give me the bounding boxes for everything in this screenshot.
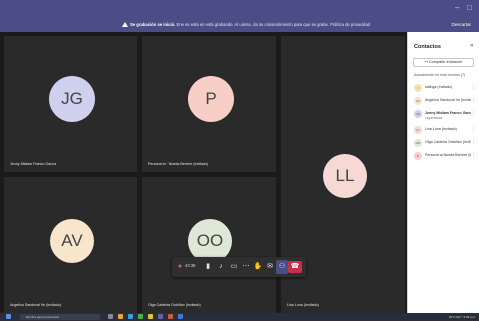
recording-notice: Se grabación se inició. Ene se está en e… [122,21,370,29]
dismiss-button[interactable]: Descartar [451,21,471,29]
recording-icon: ● [177,263,183,270]
people-icon: ⚇ [278,263,286,270]
share-invite-button[interactable]: ↪ Compartir invitación [413,58,474,67]
meeting-controls: ● 43:36 ▮ ♪ ▭ ⋯ ✋ ✉ ⚇ ☎ [172,257,306,277]
participant-name: Angelica Sandoval Ve (Invitado) [425,98,471,102]
avatar-initials: P [205,89,217,108]
avatar-initials: JG [61,89,83,108]
file-explorer-icon[interactable] [118,314,123,319]
windows-start-icon[interactable] [6,314,11,319]
participant-list-item[interactable]: AV Angelica Sandoval Ve (Invitado) ⋮ [414,96,476,108]
hang-up-button[interactable]: ☎ [288,261,302,273]
participant-list-item[interactable]: P Personería Nueda Berrere (In ⋮ [414,151,476,163]
task-view-icon[interactable] [108,314,113,319]
participant-name: Lina Luna (Invitado) [287,303,319,307]
folder-icon[interactable] [148,314,153,319]
participant-name: Olga Caldeira Ordóñez (Invitado) [148,303,201,307]
raise-hand-icon[interactable]: ✋ [253,262,263,272]
avatar-initials: AV [61,231,83,250]
more-icon[interactable]: ⋮ [471,139,476,145]
share-invite-label: Compartir invitación [428,60,463,64]
recording-notice-text: Ene se está en está grabando. Al unirse,… [175,22,371,27]
office-icon[interactable] [168,314,173,319]
avatar: OO [414,139,422,147]
participant-name: Jenny Midiam Franco García [425,111,471,115]
microphone-icon[interactable]: ♪ [216,262,226,272]
more-icon[interactable]: ⋮ [471,126,476,132]
participant-name: Olga Caldeira Ordóñez (Invit) [425,140,471,144]
participant-name: Jenny Midiam Franco García [10,162,57,166]
avatar-initials: LL [335,166,355,185]
more-icon[interactable]: ⋮ [471,110,476,116]
people-button[interactable]: ⚇ [276,260,288,274]
more-icon[interactable]: ⋮ [471,152,476,158]
teams-icon[interactable] [158,314,163,319]
participant-list-item[interactable]: OO Olga Caldeira Ordóñez (Invit) ⋮ [414,138,476,150]
participant-name: Personería · Nueda Berrere (Invitado) [148,162,209,166]
share-screen-icon[interactable]: ▭ [229,262,239,272]
avatar: AV [414,97,422,105]
warning-icon [122,22,128,27]
participant-tile[interactable]: OO Olga Caldeira Ordóñez (Invitado) [142,177,276,313]
video-camera-icon[interactable]: ▮ [203,262,213,272]
system-tray[interactable]: 29°C ES ^ 4:36 p.m. [449,314,476,320]
meeting-timer: 43:36 [185,263,196,268]
avatar: LL [323,154,367,198]
avatar: I [414,84,422,92]
taskbar-search[interactable]: Escriba aquí para buscar [20,314,100,320]
participant-name: Lina Luna (Invitado) [425,127,457,131]
more-icon[interactable]: ⋯ [241,262,251,272]
word-icon[interactable] [178,314,183,319]
participant-list-item[interactable]: I salinga (Invitado) ⋮ [414,83,476,95]
avatar: P [188,76,234,122]
hang-up-icon: ☎ [290,263,300,270]
participants-section-label[interactable]: Actualmente en esta reunión (7) [414,73,465,77]
avatar: P [414,152,422,160]
taskbar: Escriba aquí para buscar 29°C ES ^ 4:36 … [0,313,479,321]
participant-name: Angelica Sandoval Ve (Invitado) [10,303,61,307]
more-icon[interactable]: ⋮ [471,84,476,90]
participant-name: salinga (Invitado) [425,85,453,89]
recording-banner: Se grabación se inició. Ene se está en e… [0,18,479,32]
avatar: AV [50,219,94,263]
participants-panel: Contactos ✕ ↪ Compartir invitación Actua… [407,32,479,313]
participant-tile[interactable]: JG Jenny Midiam Franco García [4,36,137,172]
chrome-icon[interactable] [138,314,143,319]
participant-role: Organizador [425,116,443,120]
more-icon[interactable]: ⋮ [471,97,476,103]
teams-meeting-window: – □ Se grabación se inició. Ene se está … [0,0,479,321]
edge-browser-icon[interactable] [128,314,133,319]
participant-list-item[interactable]: JG Jenny Midiam Franco García Organizado… [414,109,476,123]
title-bar: – □ [0,0,479,18]
panel-title: Contactos [414,44,441,50]
chat-icon[interactable]: ✉ [265,262,275,272]
participant-tile[interactable]: AV Angelica Sandoval Ve (Invitado) [4,177,137,313]
avatar: JG [49,76,95,122]
recording-notice-bold: Se grabación se inició. [130,22,176,27]
participant-tile[interactable]: P Personería · Nueda Berrere (Invitado) [142,36,276,172]
close-icon[interactable]: ✕ [470,43,474,49]
avatar: LL [414,126,422,134]
participant-name: Personería Nueda Berrere (In [425,153,471,157]
maximize-button[interactable]: □ [467,3,472,13]
participant-list-item[interactable]: LL Lina Luna (Invitado) ⋮ [414,125,476,137]
avatar-initials: OO [196,231,224,250]
minimize-button[interactable]: – [455,3,459,13]
avatar: JG [414,110,422,118]
